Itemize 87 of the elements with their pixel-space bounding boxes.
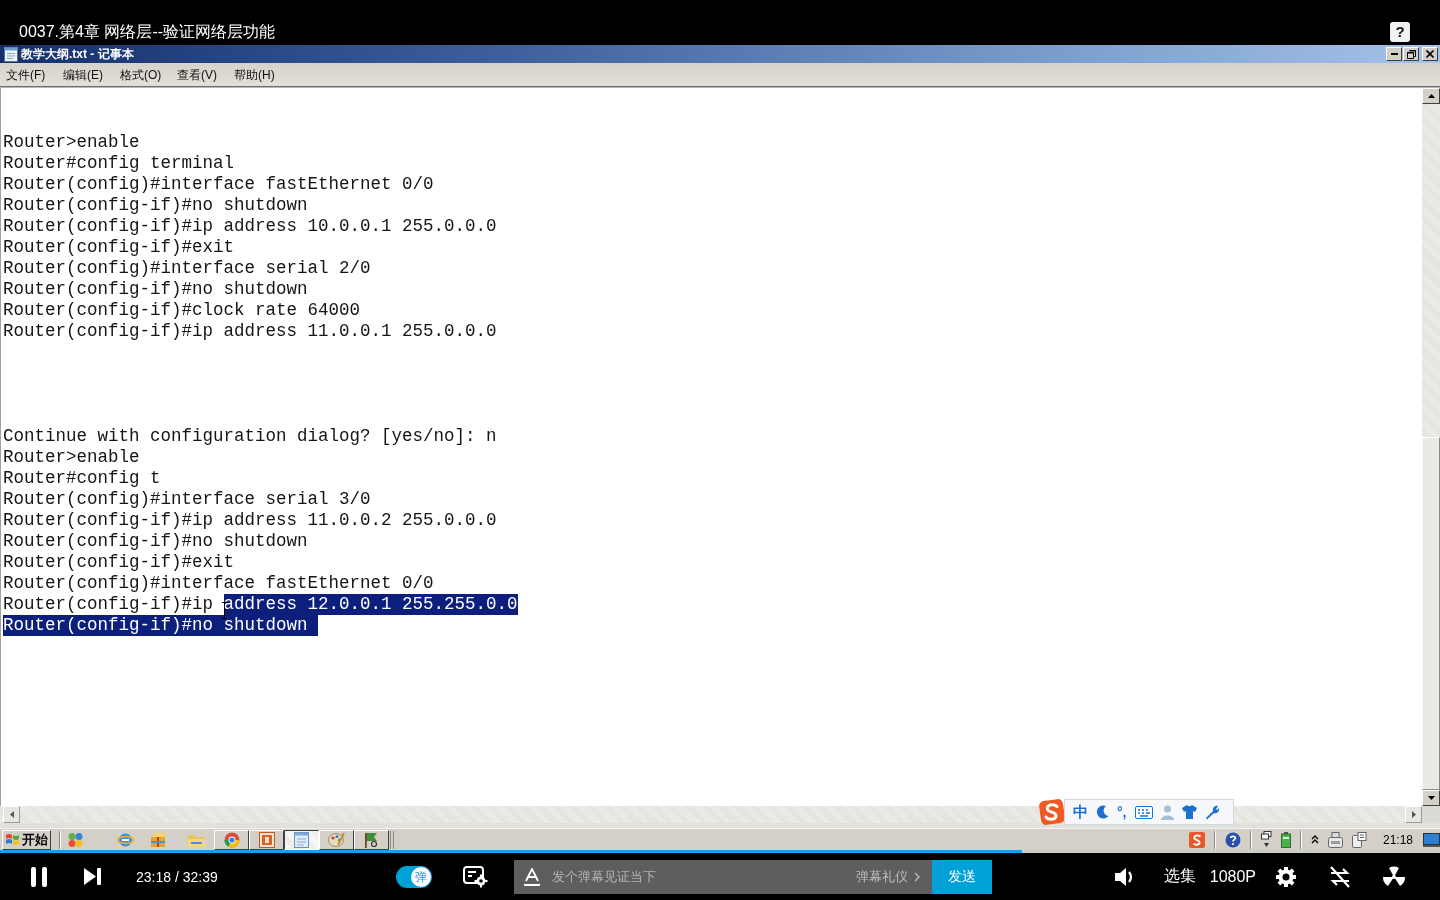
color-wheel-icon xyxy=(223,831,240,848)
text-style-icon[interactable] xyxy=(523,867,540,886)
text-editor[interactable] xyxy=(0,88,1422,806)
text-line: Router(config-if)#clock rate 64000 xyxy=(3,300,361,321)
trefoil-icon[interactable] xyxy=(1382,865,1406,888)
double-chevron-up-icon[interactable] xyxy=(1310,835,1319,844)
danmaku-settings-icon[interactable] xyxy=(462,865,488,888)
text-line: Router>enable xyxy=(3,132,140,153)
video-progress-track[interactable] xyxy=(0,850,1440,853)
minimize-button[interactable] xyxy=(1386,47,1402,61)
minimize-icon xyxy=(1390,53,1398,55)
help-circle-icon[interactable] xyxy=(1224,831,1241,848)
scrollbar-thumb[interactable] xyxy=(1422,437,1440,790)
text-line: Router(config)#interface fastEthernet 0/0 xyxy=(3,174,434,195)
taskbar-clock[interactable]: 21:18 xyxy=(1382,832,1413,847)
text-cursor-icon xyxy=(222,602,227,619)
text-line: Router(config-if)#ip address 11.0.0.1 255.0.0.0 xyxy=(3,321,497,342)
next-icon[interactable] xyxy=(84,868,101,885)
windows-flag-icon xyxy=(5,832,20,847)
text-line: Router(config-if)#no shutdown xyxy=(3,279,308,300)
menu-item[interactable]: 格式(O) xyxy=(119,66,176,83)
text-line: Router(config-if)#exit xyxy=(3,552,235,573)
text-line: Router(config)#interface serial 3/0 xyxy=(3,489,371,510)
keyboard-icon[interactable] xyxy=(1134,805,1153,819)
episodes-button[interactable]: 选集 xyxy=(1163,866,1196,887)
document-stack-icon[interactable] xyxy=(1351,831,1367,848)
text-line: Router(config)#interface serial 2/0 xyxy=(3,258,371,279)
help-button[interactable]: ? xyxy=(1390,22,1410,42)
menu-item[interactable]: 文件(F) xyxy=(5,66,62,83)
text-line: Continue with configuration dialog? [yes/no]: n xyxy=(3,426,497,447)
left-arrow-icon xyxy=(9,811,14,818)
video-title: 0037.第4章 网络层--验证网络层功能 xyxy=(19,22,276,42)
window-title: 教学大纲.txt - 记事本 xyxy=(21,46,134,62)
menu-item[interactable]: 查看(V) xyxy=(176,66,233,83)
device-icon[interactable] xyxy=(1327,831,1343,848)
crossed-arrows-icon[interactable] xyxy=(1328,864,1352,889)
right-arrow-icon xyxy=(1411,811,1416,818)
chevron-right-icon[interactable] xyxy=(913,871,920,882)
palette-icon xyxy=(328,832,345,847)
menu-item[interactable]: 编辑(E) xyxy=(62,66,119,83)
notepad-icon xyxy=(294,831,309,848)
text-line: Router(config-if)#exit xyxy=(3,237,235,258)
ime-logo-icon[interactable] xyxy=(1188,831,1205,848)
down-arrow-icon xyxy=(1427,796,1435,800)
text-line: Router(config-if)#ip address 11.0.0.2 255.0.0.0 xyxy=(3,510,497,531)
close-icon xyxy=(1426,50,1434,58)
shirt-icon[interactable] xyxy=(1181,805,1197,819)
text-line: Router(config-if)#ip address 10.0.0.1 255.0.0.0 xyxy=(3,216,497,237)
text-line: Router>enable xyxy=(3,447,140,468)
text-line: Router#config terminal xyxy=(3,153,235,174)
scroll-left-button[interactable] xyxy=(3,806,20,823)
start-button[interactable]: 开始 xyxy=(2,829,51,850)
danmaku-input[interactable]: 发个弹幕见证当下 xyxy=(551,864,848,889)
text-line: Router#config t xyxy=(3,468,161,489)
close-button[interactable] xyxy=(1422,47,1438,61)
quality-button[interactable]: 1080P xyxy=(1209,867,1256,886)
danmaku-input-field[interactable]: 发个弹幕见证当下 弹幕礼仪 发送 xyxy=(513,859,992,894)
colored-circles-icon[interactable] xyxy=(67,831,84,848)
text-line: Router(config)#interface fastEthernet 0/0 xyxy=(3,573,434,594)
text-line: Router(config-if)#no shutdown xyxy=(3,531,308,552)
presentation-icon xyxy=(258,831,275,848)
ime-logo-icon[interactable] xyxy=(1038,798,1066,826)
restore-button[interactable] xyxy=(1403,47,1419,61)
punctuation-toggle[interactable]: °, xyxy=(1117,804,1127,820)
desktop-icon[interactable] xyxy=(1423,832,1440,847)
notepad-icon xyxy=(4,46,18,62)
restore-icon xyxy=(1406,49,1416,59)
scroll-down-button[interactable] xyxy=(1422,790,1440,806)
flag-icon xyxy=(364,831,379,848)
text-line: Router(config-if)#no shutdown xyxy=(3,195,308,216)
stacked-windows-icon[interactable] xyxy=(1260,830,1272,849)
scroll-right-button[interactable] xyxy=(1405,806,1422,823)
moon-icon[interactable] xyxy=(1096,805,1109,819)
text-line: Router(config-if)#ip address 12.0.0.1 255.255.0.0 xyxy=(3,594,518,615)
menu-item[interactable]: 帮助(H) xyxy=(233,66,290,83)
wrench-icon[interactable] xyxy=(1204,804,1220,820)
scroll-up-button[interactable] xyxy=(1422,88,1440,104)
ringed-globe-icon[interactable] xyxy=(117,831,134,848)
battery-icon[interactable] xyxy=(1280,831,1291,848)
up-arrow-icon xyxy=(1427,94,1435,98)
package-icon[interactable] xyxy=(150,831,166,848)
input-mode-toggle[interactable]: 中 xyxy=(1073,802,1088,822)
taskbar-button[interactable] xyxy=(284,829,319,850)
etiquette-link[interactable]: 弹幕礼仪 xyxy=(855,867,908,886)
playback-time: 23:18 / 32:39 xyxy=(136,868,218,885)
pause-icon[interactable] xyxy=(30,866,48,887)
settings-icon[interactable] xyxy=(1275,865,1297,888)
